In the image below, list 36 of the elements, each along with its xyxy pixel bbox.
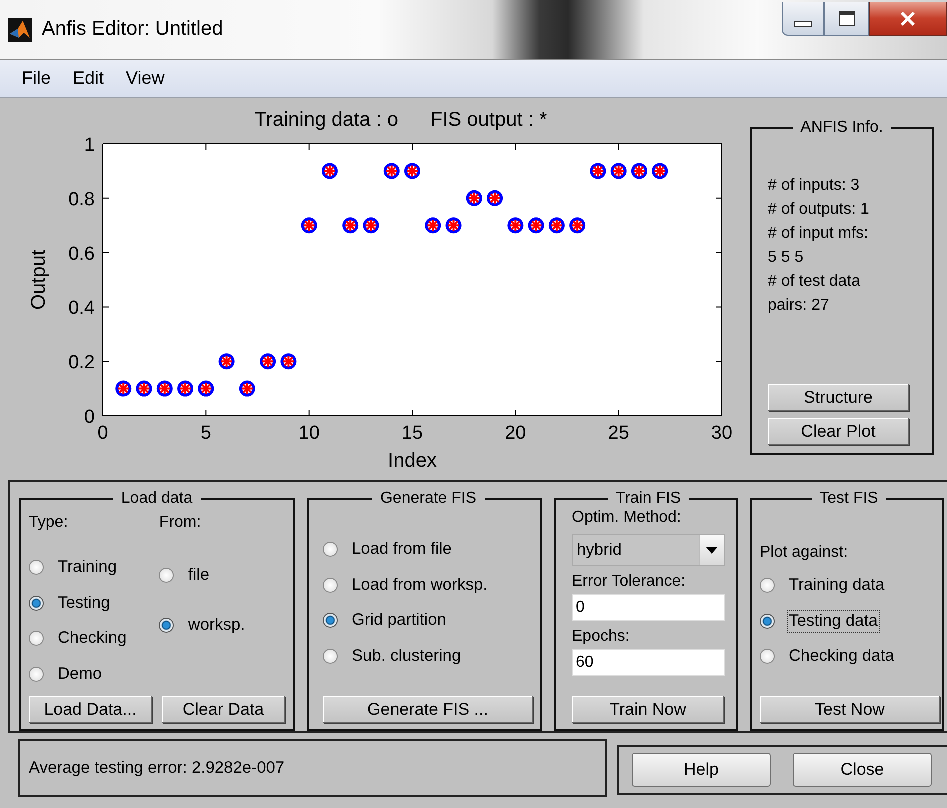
legend-entry: Training data : o — [254, 109, 398, 131]
epochs-label: Epochs: — [572, 627, 631, 647]
from-label: From: — [159, 514, 202, 532]
panel-title: Generate FIS — [379, 490, 478, 508]
axis-label: Output — [28, 250, 50, 310]
tick-label: 20 — [505, 423, 526, 444]
panel-title: ANFIS Info. — [800, 119, 884, 137]
tick-label: 0.4 — [68, 298, 95, 320]
tick-label: 0 — [84, 407, 95, 428]
tick-label: 15 — [402, 423, 424, 444]
info-text: # of test data — [768, 272, 862, 292]
panel-title: Test FIS — [818, 490, 880, 508]
tick-label: 1 — [84, 135, 95, 156]
panel-title: Load data — [120, 490, 194, 508]
info-text: # of outputs: 1 — [768, 200, 870, 220]
tick-label: 30 — [711, 423, 733, 444]
tick-label: 0.2 — [68, 352, 95, 374]
info-text: # of inputs: 3 — [768, 176, 861, 196]
window-title: Anfis Editor: Untitled — [42, 18, 224, 41]
axis-label: Index — [388, 450, 437, 472]
tick-label: 0.6 — [68, 244, 95, 265]
panel-title: Train FIS — [614, 490, 682, 508]
info-text: # of input mfs: — [768, 224, 870, 244]
type-label: Type: — [29, 514, 70, 532]
tick-label: 0 — [98, 423, 108, 444]
status-text: Average testing error: 2.9282e-007 — [29, 758, 285, 778]
plot-against-label: Plot against: — [760, 544, 850, 562]
tick-label: 10 — [298, 423, 320, 444]
tolerance-label: Error Tolerance: — [572, 572, 687, 592]
tick-label: 0.8 — [68, 189, 95, 210]
info-text: pairs: 27 — [768, 296, 830, 316]
info-text: 5 5 5 — [768, 248, 805, 268]
legend-entry: FIS output : * — [430, 109, 548, 131]
tick-label: 5 — [200, 423, 212, 444]
tick-label: 25 — [608, 423, 630, 444]
method-label: Optim. Method: — [572, 508, 682, 528]
